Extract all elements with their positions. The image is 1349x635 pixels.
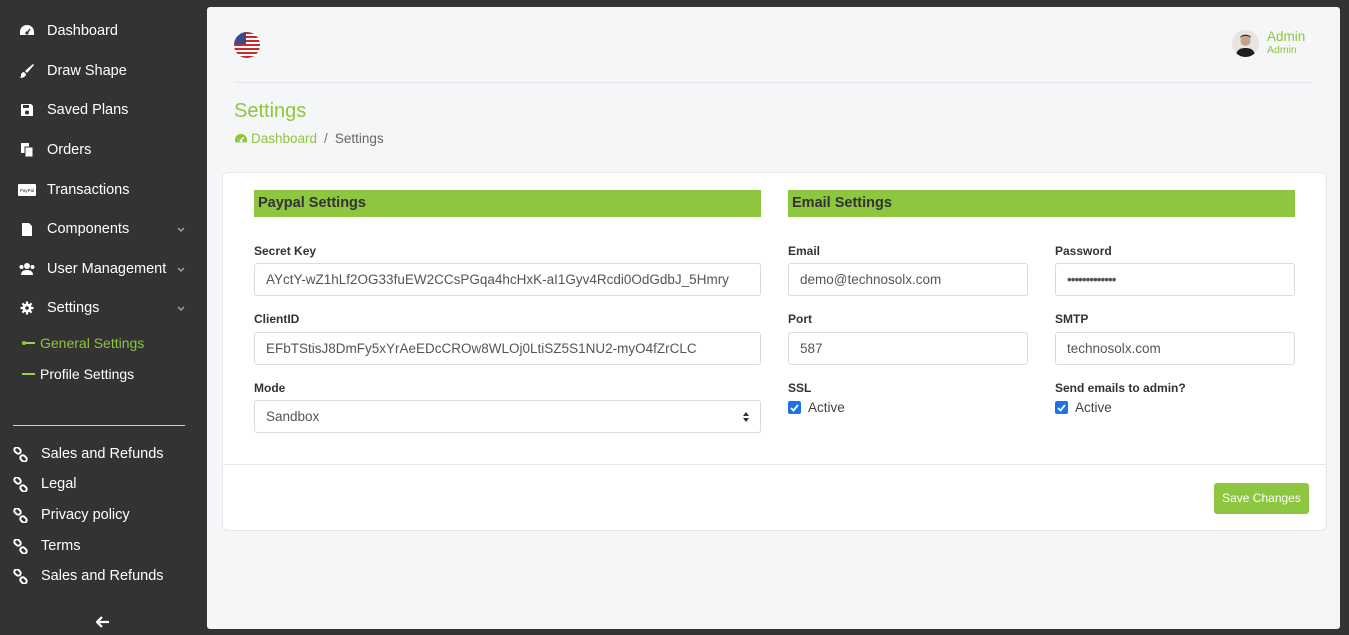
sidebar-item-user-management[interactable]: User Management bbox=[18, 257, 188, 281]
sidebar: Dashboard Draw Shape Saved Plans Orders … bbox=[0, 0, 207, 635]
brush-icon bbox=[18, 62, 36, 80]
sidebar-item-label: Orders bbox=[47, 142, 92, 158]
email-label: Email bbox=[788, 244, 821, 258]
select-arrows-icon bbox=[743, 412, 749, 422]
paypal-settings-heading: Paypal Settings bbox=[254, 190, 761, 217]
port-label: Port bbox=[788, 312, 812, 326]
sidebar-link-sales-refunds[interactable]: Sales and Refunds bbox=[12, 443, 164, 465]
send-emails-label: Send emails to admin? bbox=[1055, 381, 1186, 395]
chevron-down-icon bbox=[176, 222, 186, 238]
smtp-input[interactable]: technosolx.com bbox=[1055, 332, 1295, 365]
sidebar-item-label: Saved Plans bbox=[47, 102, 129, 118]
email-settings-heading: Email Settings bbox=[788, 190, 1295, 217]
sidebar-item-label: Settings bbox=[47, 300, 100, 316]
sidebar-link-privacy-policy[interactable]: Privacy policy bbox=[12, 504, 130, 526]
link-icon bbox=[12, 507, 28, 523]
email-input[interactable]: demo@technosolx.com bbox=[788, 263, 1028, 296]
sidebar-item-label: Dashboard bbox=[47, 23, 118, 39]
sidebar-link-terms[interactable]: Terms bbox=[12, 535, 80, 557]
gear-icon bbox=[18, 299, 36, 317]
checkbox-checked-icon bbox=[1055, 401, 1068, 414]
sidebar-item-saved-plans[interactable]: Saved Plans bbox=[18, 98, 188, 122]
users-icon bbox=[18, 260, 36, 278]
paypal-icon: PayPal bbox=[18, 181, 36, 199]
breadcrumb-current: Settings bbox=[334, 131, 384, 146]
mode-select[interactable]: Sandbox bbox=[254, 400, 761, 433]
arrow-left-icon bbox=[96, 616, 109, 628]
sidebar-subitem-profile-settings[interactable]: Profile Settings bbox=[22, 364, 134, 384]
send-emails-checkbox[interactable]: Active bbox=[1055, 400, 1112, 415]
dashboard-icon bbox=[235, 133, 247, 142]
link-icon bbox=[12, 446, 28, 462]
sidebar-item-components[interactable]: Components bbox=[18, 217, 188, 241]
password-input[interactable]: ••••••••••••• bbox=[1055, 263, 1295, 296]
main-content: Admin Admin Settings Dashboard / Setting… bbox=[207, 7, 1340, 629]
save-icon bbox=[18, 101, 36, 119]
client-id-label: ClientID bbox=[254, 312, 300, 326]
mode-label: Mode bbox=[254, 381, 286, 395]
link-icon bbox=[12, 538, 28, 554]
password-label: Password bbox=[1055, 244, 1112, 258]
sidebar-divider bbox=[13, 425, 185, 426]
client-id-input[interactable]: EFbTStisJ8DmFy5xYrAeEDcCROw8WLOj0LtiSZ5S… bbox=[254, 332, 761, 365]
dashboard-icon bbox=[18, 22, 36, 40]
breadcrumb: Dashboard / Settings bbox=[234, 131, 384, 146]
secret-key-label: Secret Key bbox=[254, 244, 317, 258]
sidebar-item-orders[interactable]: Orders bbox=[18, 138, 188, 162]
chevron-down-icon bbox=[176, 262, 186, 278]
user-name: Admin bbox=[1267, 29, 1306, 44]
breadcrumb-home[interactable]: Dashboard bbox=[234, 131, 317, 146]
sidebar-item-label: Transactions bbox=[47, 182, 130, 198]
checkbox-checked-icon bbox=[788, 401, 801, 414]
sidebar-item-label: Draw Shape bbox=[47, 63, 127, 79]
user-role: Admin bbox=[1267, 44, 1297, 56]
sidebar-item-settings[interactable]: Settings bbox=[18, 296, 188, 320]
header-divider bbox=[234, 82, 1312, 83]
sidebar-item-label: User Management bbox=[47, 261, 167, 277]
port-input[interactable]: 587 bbox=[788, 332, 1028, 365]
avatar bbox=[1232, 29, 1259, 57]
save-changes-button[interactable]: Save Changes bbox=[1214, 483, 1309, 514]
us-flag-icon[interactable] bbox=[234, 32, 260, 58]
smtp-label: SMTP bbox=[1055, 312, 1089, 326]
ssl-checkbox[interactable]: Active bbox=[788, 400, 845, 415]
ssl-label: SSL bbox=[788, 381, 812, 395]
sidebar-item-draw-shape[interactable]: Draw Shape bbox=[18, 59, 188, 83]
file-icon bbox=[18, 220, 36, 238]
link-icon bbox=[12, 568, 28, 584]
secret-key-input[interactable]: AYctY-wZ1hLf2OG33fuEW2CCsPGqa4hcHxK-aI1G… bbox=[254, 263, 761, 296]
sidebar-item-dashboard[interactable]: Dashboard bbox=[18, 19, 188, 43]
sidebar-item-transactions[interactable]: PayPal Transactions bbox=[18, 178, 188, 202]
sidebar-subitem-general-settings[interactable]: General Settings bbox=[22, 333, 144, 353]
user-menu[interactable]: Admin Admin bbox=[1232, 29, 1305, 57]
sidebar-link-legal[interactable]: Legal bbox=[12, 473, 76, 495]
sidebar-item-label: Components bbox=[47, 221, 130, 237]
collapse-sidebar-button[interactable] bbox=[94, 613, 112, 631]
chevron-down-icon bbox=[176, 301, 186, 317]
sidebar-link-sales-refunds-2[interactable]: Sales and Refunds bbox=[12, 565, 164, 587]
copy-icon bbox=[18, 141, 36, 159]
link-icon bbox=[12, 476, 28, 492]
paypal-badge-text: PayPal bbox=[20, 188, 34, 193]
page-title: Settings bbox=[234, 100, 307, 122]
settings-card: Paypal Settings Secret Key AYctY-wZ1hLf2… bbox=[222, 172, 1327, 531]
card-footer-divider bbox=[223, 464, 1326, 465]
